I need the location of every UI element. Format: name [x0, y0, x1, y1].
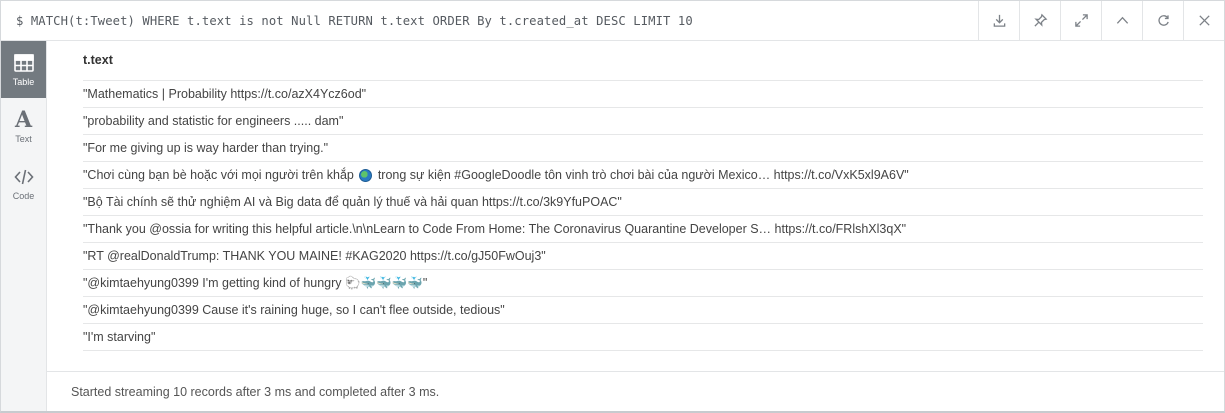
- view-switcher: Table A Text Code: [1, 41, 47, 411]
- close-button[interactable]: [1183, 1, 1224, 40]
- collapse-button[interactable]: [1101, 1, 1142, 40]
- row-text-before: "Chơi cùng bạn bè hoặc với mọi người trê…: [83, 168, 358, 182]
- view-table-label: Table: [12, 77, 35, 87]
- column-header: t.text: [83, 53, 113, 67]
- close-icon: [1198, 15, 1210, 26]
- table-row[interactable]: "RT @realDonaldTrump: THANK YOU MAINE! #…: [83, 243, 1203, 270]
- view-code-label: Code: [12, 191, 35, 201]
- download-button[interactable]: [978, 1, 1019, 40]
- table-row[interactable]: "Mathematics | Probability https://t.co/…: [83, 81, 1203, 108]
- table-row[interactable]: "@kimtaehyung0399 Cause it's raining hug…: [83, 297, 1203, 324]
- row-text-after: trong sự kiện #GoogleDoodle tôn vinh trò…: [374, 168, 909, 182]
- rerun-icon: [1157, 15, 1169, 26]
- result-frame: $ MATCH(t:Tweet) WHERE t.text is not Nul…: [0, 0, 1225, 413]
- query-text[interactable]: $ MATCH(t:Tweet) WHERE t.text is not Nul…: [16, 14, 693, 28]
- table-row[interactable]: "For me giving up is way harder than try…: [83, 135, 1203, 162]
- code-icon: [13, 169, 34, 185]
- pin-button[interactable]: [1019, 1, 1060, 40]
- status-text: Started streaming 10 records after 3 ms …: [71, 385, 440, 399]
- table-row[interactable]: "Bộ Tài chính sẽ thử nghiệm AI và Big da…: [83, 189, 1203, 216]
- table-body: "Mathematics | Probability https://t.co/…: [83, 80, 1203, 351]
- table-row[interactable]: "Thank you @ossia for writing this helpf…: [83, 216, 1203, 243]
- query-bar: $ MATCH(t:Tweet) WHERE t.text is not Nul…: [1, 1, 1224, 41]
- view-text-label: Text: [15, 134, 32, 144]
- rerun-button[interactable]: [1142, 1, 1183, 40]
- download-icon: [993, 14, 1005, 27]
- expand-icon: [1074, 14, 1088, 27]
- table-row[interactable]: "@kimtaehyung0399 I'm getting kind of hu…: [83, 270, 1203, 297]
- result-table: t.text "Mathematics | Probability https:…: [47, 41, 1224, 371]
- table-icon: [13, 54, 34, 72]
- view-text-button[interactable]: A Text: [1, 98, 46, 155]
- status-bar: Started streaming 10 records after 3 ms …: [47, 371, 1224, 411]
- collapse-icon: [1116, 16, 1128, 24]
- text-icon: A: [14, 107, 33, 133]
- pin-icon: [1033, 13, 1047, 27]
- table-row[interactable]: "probability and statistic for engineers…: [83, 108, 1203, 135]
- frame-toolbar: [978, 1, 1224, 40]
- view-code-button[interactable]: Code: [1, 155, 46, 212]
- expand-button[interactable]: [1060, 1, 1101, 40]
- globe-emoji-icon: [359, 168, 373, 182]
- table-row[interactable]: "I'm starving": [83, 324, 1203, 351]
- view-table-button[interactable]: Table: [1, 41, 46, 98]
- table-row[interactable]: "Chơi cùng bạn bè hoặc với mọi người trê…: [83, 162, 1203, 189]
